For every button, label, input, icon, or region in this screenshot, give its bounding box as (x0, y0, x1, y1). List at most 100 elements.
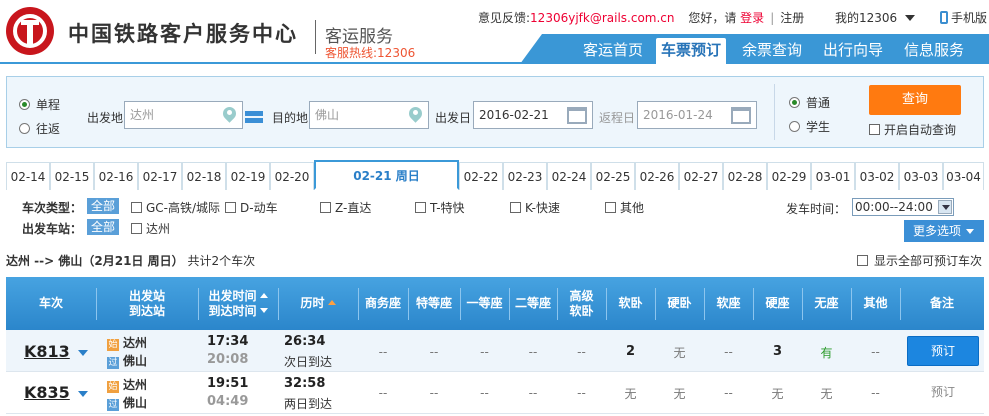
greeting: 您好，请 (688, 11, 737, 25)
train-number-link[interactable]: K813 (24, 342, 88, 361)
railway-logo-icon[interactable] (6, 7, 54, 55)
book-button[interactable]: 预订 (907, 336, 979, 366)
train-type-label: 车次类型： (22, 201, 83, 215)
col-divider (358, 288, 359, 320)
mobile-link[interactable]: 手机版 (940, 9, 987, 26)
register-link[interactable]: 注册 (780, 11, 804, 25)
nav-ticket-query[interactable]: 余票查询 (742, 38, 802, 64)
panel-divider (774, 84, 775, 140)
seat-second: -- (528, 345, 538, 359)
col-duration[interactable]: 历时 (278, 277, 358, 330)
login-link[interactable]: 登录 (740, 11, 764, 25)
train-number-link[interactable]: K835 (24, 383, 88, 402)
depart-time-value: 00:00--24:00 (855, 200, 933, 214)
filter-d-checkbox[interactable]: D-动车 (225, 199, 278, 216)
sort-up-icon (259, 289, 268, 298)
date-tab[interactable]: 02-28 (723, 162, 767, 190)
date-tab[interactable]: 02-18 (182, 162, 226, 190)
depart-time: 17:34 (207, 334, 249, 349)
nav-info-service[interactable]: 信息服务 (904, 38, 964, 64)
trip-single-radio[interactable]: 单程 (19, 96, 60, 113)
chevron-down-icon (905, 15, 916, 26)
all-badge: 全部 (87, 219, 120, 235)
date-tab[interactable]: 02-26 (635, 162, 679, 190)
date-tab[interactable]: 02-20 (270, 162, 314, 190)
radio-checked-icon (789, 97, 800, 108)
passenger-student-radio[interactable]: 学生 (789, 118, 830, 135)
date-tab[interactable]: 03-03 (899, 162, 943, 190)
filter-other-checkbox[interactable]: 其他 (605, 199, 644, 216)
date-tab[interactable]: 02-27 (679, 162, 723, 190)
checkbox-icon (131, 223, 142, 234)
normal-label: 普通 (806, 96, 831, 110)
more-options-button[interactable]: 更多选项 (904, 220, 984, 242)
date-tab[interactable]: 03-02 (855, 162, 899, 190)
seat-business: -- (378, 345, 388, 359)
seat-high-soft: -- (577, 386, 586, 400)
col-time[interactable]: 出发时间 到达时间 (198, 277, 278, 330)
date-tab[interactable]: 02-23 (503, 162, 547, 190)
my-account-menu[interactable]: 我的12306 (835, 9, 916, 26)
filter-z-checkbox[interactable]: Z-直达 (320, 199, 371, 216)
sort-up-icon (327, 296, 336, 305)
date-tab[interactable]: 02-19 (226, 162, 270, 190)
site-brand: 中国铁路客户服务中心 (68, 21, 298, 46)
nav-home[interactable]: 客运首页 (583, 38, 643, 64)
filter-t-checkbox[interactable]: T-特快 (415, 199, 465, 216)
date-tab[interactable]: 03-01 (811, 162, 855, 190)
nav-travel-guide[interactable]: 出行向导 (823, 38, 883, 64)
depart-time-select[interactable]: 00:00--24:00 (852, 198, 954, 216)
depart-date-input[interactable]: 2016-02-21 (473, 101, 593, 129)
seat-other: -- (871, 386, 880, 400)
date-tab-active[interactable]: 02-21 周日 (314, 160, 459, 190)
depart-date-value: 2016-02-21 (479, 108, 549, 122)
auto-query-checkbox[interactable]: 开启自动查询 (869, 121, 956, 138)
date-tab[interactable]: 02-14 (6, 162, 50, 190)
trip-round-radio[interactable]: 往返 (19, 120, 60, 137)
col-divider (96, 288, 97, 320)
arrive-note: 次日到达 (284, 355, 333, 369)
checkbox-icon (131, 202, 142, 213)
date-tab[interactable]: 02-17 (138, 162, 182, 190)
from-station: 始达州 (107, 376, 147, 393)
col-divider (900, 288, 901, 320)
filter-k-label: K-快速 (525, 201, 560, 215)
return-date-input[interactable]: 2016-01-24 (637, 101, 757, 129)
from-station-input[interactable]: 达州 (124, 101, 243, 129)
my-account-label: 我的12306 (835, 11, 898, 25)
train-type-all-button[interactable]: 全部 (87, 198, 120, 214)
col-special: 特等座 (408, 277, 460, 330)
feedback-email-link[interactable]: 12306yjfk@rails.com.cn (530, 11, 674, 25)
date-tab[interactable]: 02-15 (50, 162, 94, 190)
seat-second: -- (528, 386, 538, 400)
all-badge: 全部 (87, 198, 120, 214)
date-tab[interactable]: 03-04 (943, 162, 984, 190)
col-divider (509, 288, 510, 320)
filter-station-label: 达州 (146, 222, 171, 236)
start-station-icon: 始 (107, 339, 119, 351)
passenger-normal-radio[interactable]: 普通 (789, 94, 830, 111)
col-divider (460, 288, 461, 320)
seat-soft-sleeper: 2 (625, 344, 636, 359)
show-all-checkbox[interactable]: 显示全部可预订车次 (857, 252, 982, 269)
date-tab[interactable]: 02-25 (591, 162, 635, 190)
to-station-input[interactable]: 佛山 (309, 101, 429, 129)
seat-first: -- (480, 345, 489, 359)
swap-stations-icon[interactable] (245, 110, 263, 124)
col-divider (851, 288, 852, 320)
date-tab[interactable]: 02-24 (547, 162, 591, 190)
seat-first: -- (480, 386, 489, 400)
date-tab[interactable]: 02-22 (459, 162, 503, 190)
filter-gc-checkbox[interactable]: GC-高铁/城际 (131, 199, 220, 216)
nav-ticket-booking[interactable]: 车票预订 (656, 38, 727, 64)
date-tab[interactable]: 02-16 (94, 162, 138, 190)
query-button[interactable]: 查询 (869, 85, 961, 115)
filter-station-checkbox[interactable]: 达州 (131, 220, 170, 237)
auto-query-label: 开启自动查询 (884, 123, 957, 137)
route-text: 达州 --> 佛山（2月21日 周日） (6, 254, 184, 268)
station-all-button[interactable]: 全部 (87, 219, 120, 235)
from-station: 始达州 (107, 334, 147, 351)
date-tab[interactable]: 02-29 (767, 162, 811, 190)
seat-special: -- (429, 345, 439, 359)
filter-k-checkbox[interactable]: K-快速 (510, 199, 560, 216)
